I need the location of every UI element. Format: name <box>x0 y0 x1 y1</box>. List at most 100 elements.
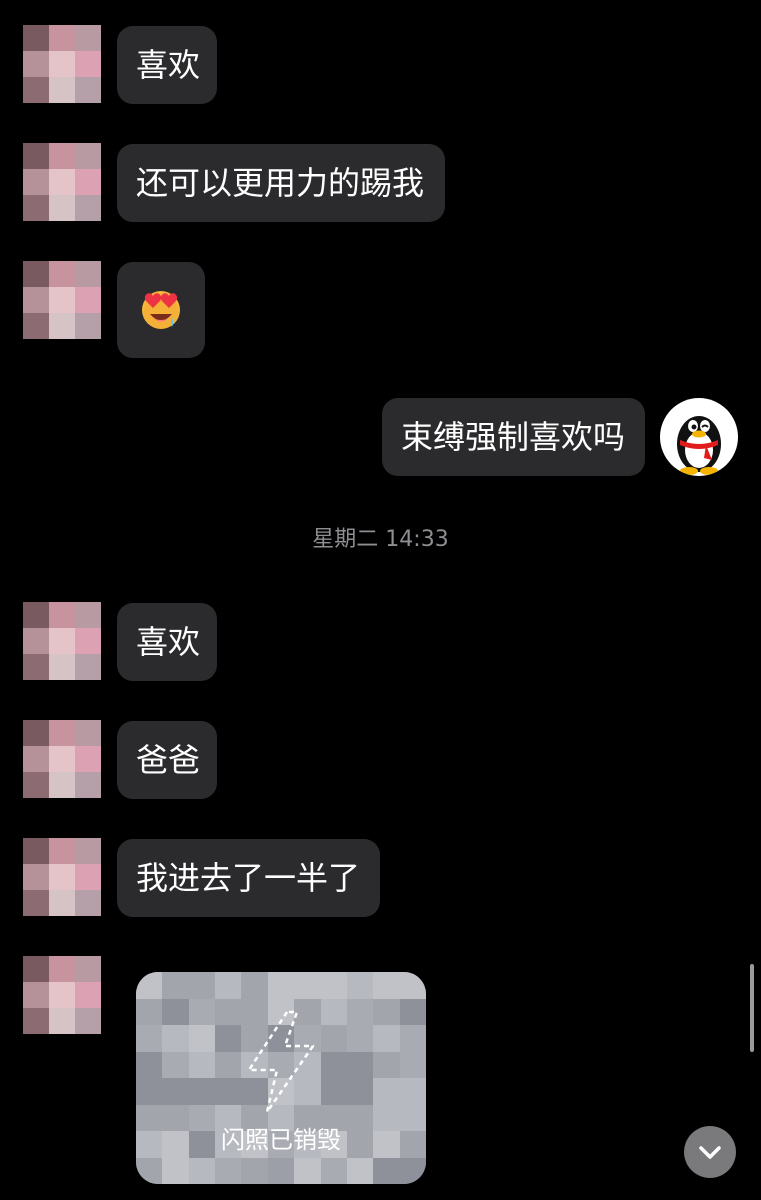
message-bubble-self[interactable]: 束缚强制喜欢吗 <box>382 398 645 476</box>
flash-mosaic-cell <box>162 1157 189 1184</box>
scroll-to-bottom-button[interactable] <box>684 1126 736 1178</box>
avatar-mosaic-cell <box>23 195 49 221</box>
avatar-mosaic-cell <box>23 25 49 51</box>
avatar-mosaic-cell <box>49 772 75 798</box>
flash-mosaic-cell <box>215 1078 242 1105</box>
avatar-mosaic-cell <box>23 77 49 103</box>
avatar-mosaic-cell <box>75 654 101 680</box>
flash-mosaic-cell <box>241 972 268 999</box>
flash-mosaic-cell <box>373 972 400 999</box>
contact-avatar[interactable] <box>23 261 101 339</box>
flash-mosaic-cell <box>136 972 163 999</box>
avatar-mosaic-cell <box>49 890 75 916</box>
flash-mosaic-cell <box>267 972 295 999</box>
flash-mosaic-cell <box>188 1051 216 1078</box>
avatar-mosaic-cell <box>23 864 49 890</box>
flash-mosaic-cell <box>188 1025 216 1052</box>
flash-mosaic-cell <box>188 998 216 1025</box>
avatar-mosaic-cell <box>75 890 101 916</box>
flash-mosaic-cell <box>320 972 347 999</box>
contact-avatar[interactable] <box>23 602 101 680</box>
avatar-mosaic-cell <box>23 51 49 77</box>
avatar-mosaic-cell <box>75 864 101 890</box>
avatar-mosaic-cell <box>75 77 101 103</box>
avatar-mosaic-cell <box>23 838 49 864</box>
message-bubble[interactable]: 喜欢 <box>117 603 217 681</box>
contact-avatar[interactable] <box>23 720 101 798</box>
flash-mosaic-cell <box>346 1157 374 1184</box>
flash-mosaic-cell <box>373 1078 400 1105</box>
qq-penguin-icon[interactable] <box>660 398 738 476</box>
flash-mosaic-cell <box>162 1025 189 1052</box>
flash-mosaic-cell <box>346 998 374 1025</box>
flash-mosaic-cell <box>188 1157 216 1184</box>
avatar-mosaic-cell <box>75 143 101 169</box>
lightning-icon <box>247 1010 315 1114</box>
contact-avatar[interactable] <box>23 143 101 221</box>
avatar-mosaic-cell <box>75 169 101 195</box>
avatar-mosaic-cell <box>49 602 75 628</box>
flash-mosaic-cell <box>188 1078 216 1105</box>
flash-photo-status: 闪照已销毁 <box>221 1126 341 1154</box>
flash-mosaic-cell <box>215 998 242 1025</box>
avatar-mosaic-cell <box>75 313 101 339</box>
avatar-mosaic-cell <box>75 628 101 654</box>
avatar-mosaic-cell <box>49 51 75 77</box>
message-bubble[interactable]: 爸爸 <box>117 721 217 799</box>
contact-avatar[interactable] <box>23 838 101 916</box>
avatar-mosaic-cell <box>75 51 101 77</box>
flash-mosaic-cell <box>320 1078 347 1105</box>
message-row: 爸爸 <box>0 720 761 800</box>
flash-mosaic-cell <box>399 1157 426 1184</box>
flash-mosaic-cell <box>373 998 400 1025</box>
avatar-mosaic-cell <box>75 720 101 746</box>
flash-mosaic-cell <box>399 972 426 999</box>
avatar-mosaic-cell <box>23 654 49 680</box>
flash-mosaic-cell <box>346 1078 374 1105</box>
contact-avatar[interactable] <box>23 25 101 103</box>
message-bubble-emoji[interactable] <box>117 262 205 358</box>
flash-photo-card[interactable]: 闪照已销毁 <box>136 972 426 1184</box>
avatar-mosaic-cell <box>23 602 49 628</box>
flash-mosaic-cell <box>162 998 189 1025</box>
flash-mosaic-cell <box>162 1078 189 1105</box>
avatar-mosaic-cell <box>49 287 75 313</box>
avatar-mosaic-cell <box>49 195 75 221</box>
flash-mosaic-cell <box>320 1025 347 1052</box>
flash-mosaic-cell <box>215 1051 242 1078</box>
message-bubble[interactable]: 还可以更用力的踢我 <box>117 144 445 222</box>
message-row: 还可以更用力的踢我 <box>0 143 761 223</box>
avatar-mosaic-cell <box>75 956 101 982</box>
timestamp-divider: 星期二 14:33 <box>312 527 449 552</box>
avatar-mosaic-cell <box>49 956 75 982</box>
avatar-mosaic-cell <box>49 628 75 654</box>
flash-mosaic-cell <box>399 1025 426 1052</box>
flash-mosaic-cell <box>136 1025 163 1052</box>
flash-mosaic-cell <box>373 1157 400 1184</box>
message-bubble[interactable]: 喜欢 <box>117 26 217 104</box>
avatar-mosaic-cell <box>23 143 49 169</box>
flash-mosaic-cell <box>399 998 426 1025</box>
avatar-mosaic-cell <box>75 25 101 51</box>
avatar-mosaic-cell <box>49 261 75 287</box>
flash-mosaic-cell <box>399 1051 426 1078</box>
avatar-mosaic-cell <box>49 720 75 746</box>
avatar-mosaic-cell <box>75 195 101 221</box>
avatar-mosaic-cell <box>23 628 49 654</box>
avatar-mosaic-cell <box>75 261 101 287</box>
scrollbar[interactable] <box>750 964 754 1052</box>
avatar-mosaic-cell <box>23 261 49 287</box>
flash-mosaic-cell <box>294 972 321 999</box>
avatar-mosaic-cell <box>75 287 101 313</box>
heart-eyes-emoji <box>142 291 180 329</box>
message-bubble[interactable]: 我进去了一半了 <box>117 839 380 917</box>
flash-mosaic-cell <box>267 1157 295 1184</box>
flash-mosaic-cell <box>215 1157 242 1184</box>
flash-mosaic-cell <box>136 1078 163 1105</box>
contact-avatar[interactable] <box>23 956 101 1034</box>
avatar-mosaic-cell <box>49 169 75 195</box>
avatar-mosaic-cell <box>49 746 75 772</box>
flash-mosaic-cell <box>320 1157 347 1184</box>
flash-mosaic-cell <box>215 972 242 999</box>
avatar-mosaic-cell <box>75 602 101 628</box>
